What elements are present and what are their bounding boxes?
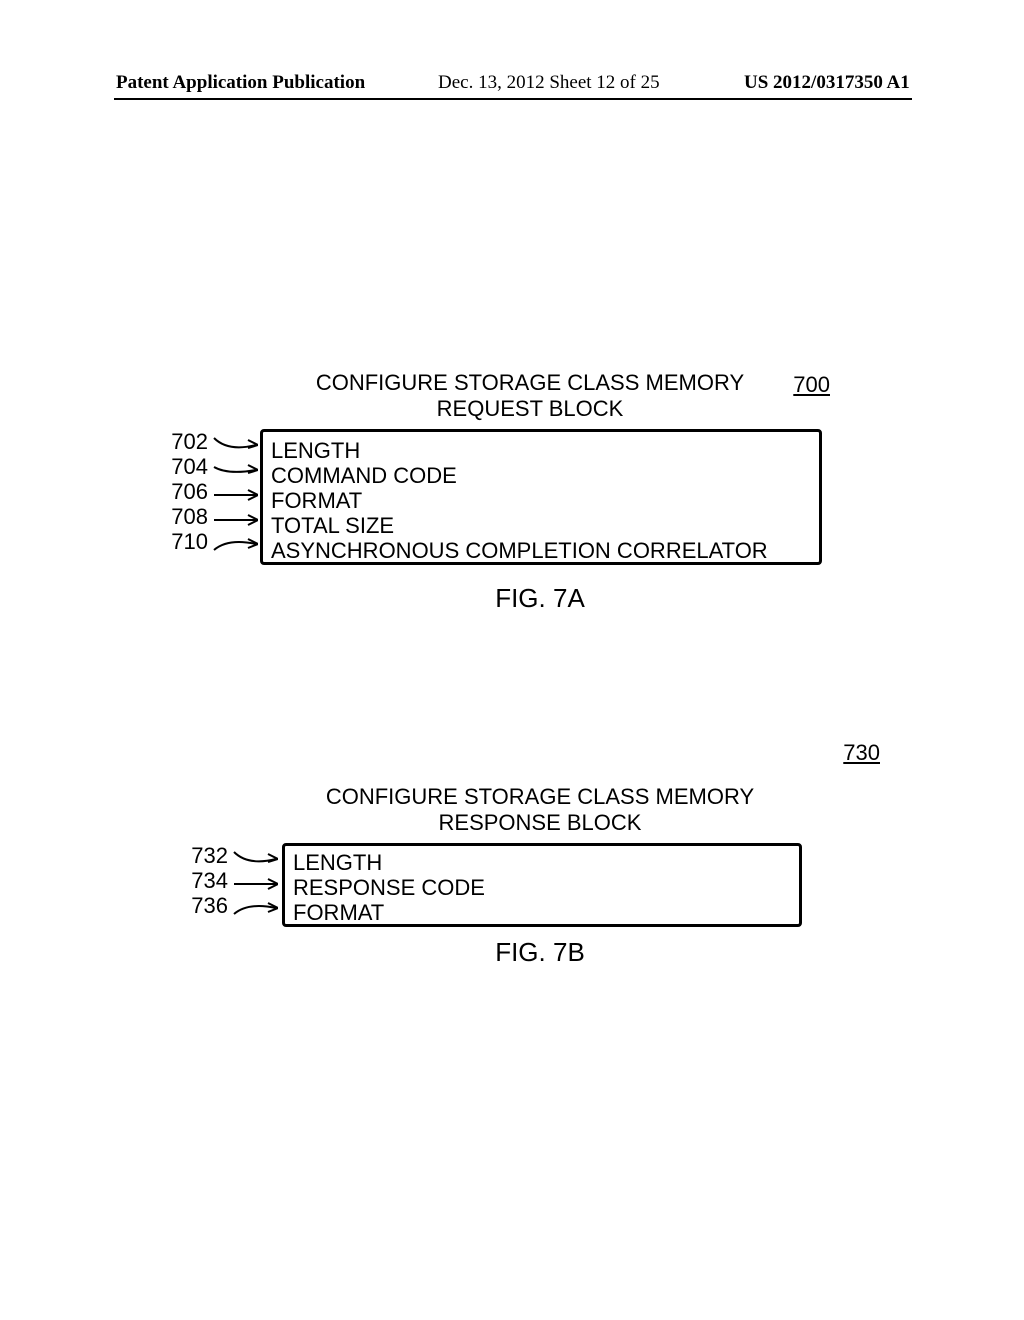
figure-7b-title: CONFIGURE STORAGE CLASS MEMORY RESPONSE … xyxy=(270,784,810,837)
request-block-box: LENGTH COMMAND CODE FORMAT TOTAL SIZE AS… xyxy=(260,429,822,565)
box-row: FORMAT xyxy=(293,900,791,925)
figure-7a-caption: FIG. 7A xyxy=(260,583,820,614)
callout-row: 732 xyxy=(180,843,278,868)
callout-row: 704 xyxy=(160,454,258,479)
figure-7a-title-line2: REQUEST BLOCK xyxy=(437,396,624,421)
figure-7b-ref: 730 xyxy=(843,740,880,766)
leader-line-icon xyxy=(210,509,258,523)
callout-num: 702 xyxy=(160,429,208,454)
box-row: TOTAL SIZE xyxy=(271,513,811,538)
leader-line-icon xyxy=(210,534,258,548)
callout-row: 702 xyxy=(160,429,258,454)
header-center: Dec. 13, 2012 Sheet 12 of 25 xyxy=(438,72,660,94)
callout-num: 710 xyxy=(160,529,208,554)
figure-7a: CONFIGURE STORAGE CLASS MEMORY REQUEST B… xyxy=(160,370,880,614)
figure-7b-callouts: 732 734 736 xyxy=(180,843,278,918)
figure-7b: 730 CONFIGURE STORAGE CLASS MEMORY RESPO… xyxy=(180,740,880,968)
leader-line-icon xyxy=(210,484,258,498)
figure-7a-callouts: 702 704 706 708 xyxy=(160,429,258,554)
leader-line-icon xyxy=(230,848,278,862)
figure-7a-title-line1: CONFIGURE STORAGE CLASS MEMORY xyxy=(316,370,744,395)
leader-line-icon xyxy=(230,873,278,887)
header-right: US 2012/0317350 A1 xyxy=(744,72,910,94)
leader-line-icon xyxy=(210,434,258,448)
leader-line-icon xyxy=(210,459,258,473)
callout-num: 708 xyxy=(160,504,208,529)
leader-line-icon xyxy=(230,898,278,912)
figure-7b-caption: FIG. 7B xyxy=(280,937,800,968)
callout-row: 734 xyxy=(180,868,278,893)
box-row: FORMAT xyxy=(271,488,811,513)
callout-row: 706 xyxy=(160,479,258,504)
callout-num: 736 xyxy=(180,893,228,918)
callout-row: 736 xyxy=(180,893,278,918)
box-row: COMMAND CODE xyxy=(271,463,811,488)
header-rule xyxy=(114,98,912,100)
figure-7b-title-line1: CONFIGURE STORAGE CLASS MEMORY xyxy=(326,784,754,809)
callout-num: 732 xyxy=(180,843,228,868)
figure-7b-title-line2: RESPONSE BLOCK xyxy=(439,810,642,835)
callout-row: 708 xyxy=(160,504,258,529)
figure-7a-ref: 700 xyxy=(793,372,830,398)
callout-num: 734 xyxy=(180,868,228,893)
box-row: ASYNCHRONOUS COMPLETION CORRELATOR xyxy=(271,538,811,563)
callout-row: 710 xyxy=(160,529,258,554)
response-block-box: LENGTH RESPONSE CODE FORMAT xyxy=(282,843,802,927)
box-row: LENGTH xyxy=(293,850,791,875)
callout-num: 704 xyxy=(160,454,208,479)
box-row: LENGTH xyxy=(271,438,811,463)
figure-7a-title: CONFIGURE STORAGE CLASS MEMORY REQUEST B… xyxy=(250,370,810,423)
box-row: RESPONSE CODE xyxy=(293,875,791,900)
callout-num: 706 xyxy=(160,479,208,504)
header-left: Patent Application Publication xyxy=(116,72,365,94)
